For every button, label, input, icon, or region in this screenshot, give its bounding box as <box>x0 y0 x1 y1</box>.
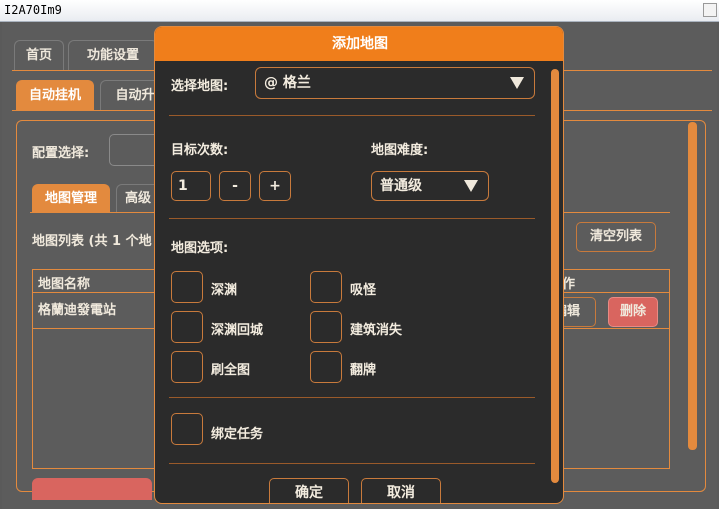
option-full-map-checkbox[interactable] <box>171 351 203 383</box>
separator <box>169 218 535 219</box>
column-map-name: 地图名称 <box>38 277 91 292</box>
select-map-label: 选择地图: <box>171 79 229 94</box>
option-flip-card-label: 翻牌 <box>350 363 377 378</box>
chevron-down-icon <box>464 180 478 192</box>
tab-settings[interactable]: 功能设置 <box>68 40 158 70</box>
window-titlebar: I2A70Im9 <box>0 0 719 22</box>
separator <box>169 397 535 398</box>
select-map-value: @ 格兰 <box>264 75 311 91</box>
option-abyss-label: 深渊 <box>211 283 238 298</box>
option-gather-label: 吸怪 <box>350 283 377 298</box>
target-count-input[interactable]: 1 <box>171 171 211 201</box>
config-label: 配置选择: <box>32 146 90 161</box>
add-map-dialog: 添加地图 选择地图: @ 格兰 目标次数: 1 - + 地图难度: 普通级 地图… <box>154 26 564 504</box>
window-title: I2A70Im9 <box>4 3 62 17</box>
option-full-map-label: 刷全图 <box>211 363 251 378</box>
map-list-count: 地图列表 (共 1 个地 <box>32 234 152 249</box>
window-resize-handle[interactable] <box>703 3 717 17</box>
separator <box>169 115 535 116</box>
decrement-button[interactable]: - <box>219 171 251 201</box>
increment-button[interactable]: + <box>259 171 291 201</box>
main-scrollbar[interactable] <box>688 122 697 450</box>
difficulty-label: 地图难度: <box>371 143 429 158</box>
option-abyss-checkbox[interactable] <box>171 271 203 303</box>
bottom-action-button[interactable] <box>32 478 152 500</box>
option-abyss-return-checkbox[interactable] <box>171 311 203 343</box>
option-abyss-return-label: 深渊回城 <box>211 323 264 338</box>
bind-task-label: 绑定任务 <box>211 427 264 442</box>
option-building-vanish-checkbox[interactable] <box>310 311 342 343</box>
delete-button[interactable]: 删除 <box>608 297 658 327</box>
select-map-dropdown[interactable]: @ 格兰 <box>255 67 535 99</box>
tab-home[interactable]: 首页 <box>14 40 64 70</box>
clear-list-button[interactable]: 清空列表 <box>576 222 656 252</box>
tab-auto-hang[interactable]: 自动挂机 <box>16 80 94 110</box>
bind-task-checkbox[interactable] <box>171 413 203 445</box>
option-gather-checkbox[interactable] <box>310 271 342 303</box>
confirm-button[interactable]: 确定 <box>269 478 349 503</box>
table-row[interactable]: 格蘭迪發電站 <box>38 299 116 318</box>
difficulty-value: 普通级 <box>380 178 422 194</box>
dialog-scrollbar[interactable] <box>551 69 559 483</box>
target-count-label: 目标次数: <box>171 143 229 158</box>
tab-map-management[interactable]: 地图管理 <box>32 184 110 212</box>
option-building-vanish-label: 建筑消失 <box>350 323 403 338</box>
difficulty-dropdown[interactable]: 普通级 <box>371 171 489 201</box>
separator <box>169 463 535 464</box>
cancel-button[interactable]: 取消 <box>361 478 441 503</box>
map-options-label: 地图选项: <box>171 241 229 256</box>
chevron-down-icon <box>510 77 524 89</box>
dialog-title: 添加地图 <box>155 27 563 61</box>
option-flip-card-checkbox[interactable] <box>310 351 342 383</box>
